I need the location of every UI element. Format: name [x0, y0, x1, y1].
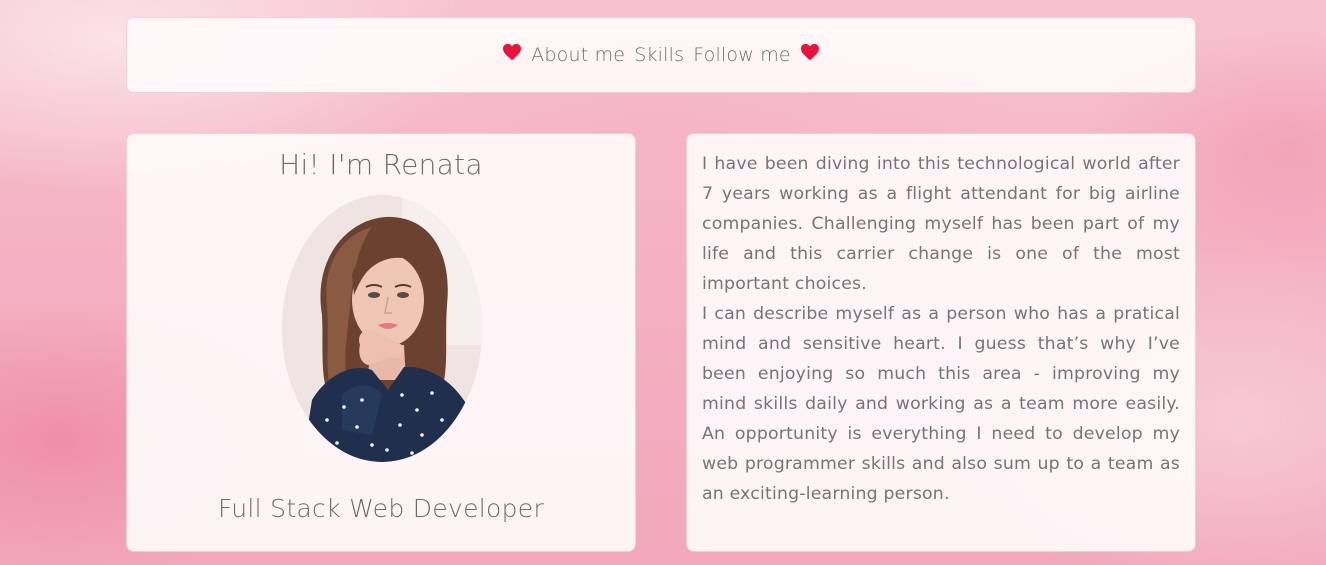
nav-link-skills[interactable]: Skills [634, 44, 684, 66]
navbar: About me Skills Follow me [126, 17, 1196, 93]
bio-paragraph: I can describe myself as a person who ha… [702, 304, 1180, 504]
nav-link-about-me[interactable]: About me [531, 44, 625, 66]
profile-job-title: Full Stack Web Developer [217, 494, 545, 523]
profile-card: Hi! I'm Renata Full Stack Web Developer [126, 133, 636, 552]
nav-link-follow-me[interactable]: Follow me [693, 44, 791, 66]
profile-greeting: Hi! I'm Renata [279, 148, 483, 181]
nav-links: About me Skills Follow me [502, 38, 820, 66]
bio-card: I have been diving into this technologic… [686, 133, 1196, 552]
avatar [282, 195, 482, 462]
heart-icon [502, 43, 522, 61]
bio-paragraph: I have been diving into this technologic… [702, 154, 1180, 294]
heart-icon [800, 43, 820, 61]
